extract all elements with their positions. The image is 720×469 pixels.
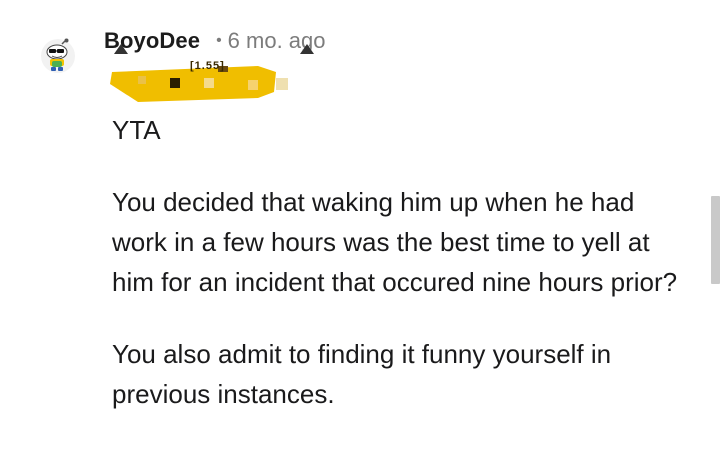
comment-paragraph: You decided that waking him up when he h… xyxy=(112,187,678,297)
comment-body: YTA You decided that waking him up when … xyxy=(112,110,682,446)
scrollbar-thumb[interactable] xyxy=(711,196,720,284)
user-flair-text: [1.55] xyxy=(190,60,225,72)
meta-separator: • xyxy=(216,32,222,49)
triangle-marker-icon xyxy=(114,44,128,54)
snoo-avatar-icon xyxy=(41,38,75,73)
comment-paragraph: You also admit to finding it funny yours… xyxy=(112,339,612,409)
avatar[interactable] xyxy=(40,38,76,74)
comment-header: BoyoDee • 6 mo. ago xyxy=(104,26,326,56)
triangle-marker-icon xyxy=(300,44,314,54)
comment-paragraph: YTA xyxy=(112,115,161,145)
